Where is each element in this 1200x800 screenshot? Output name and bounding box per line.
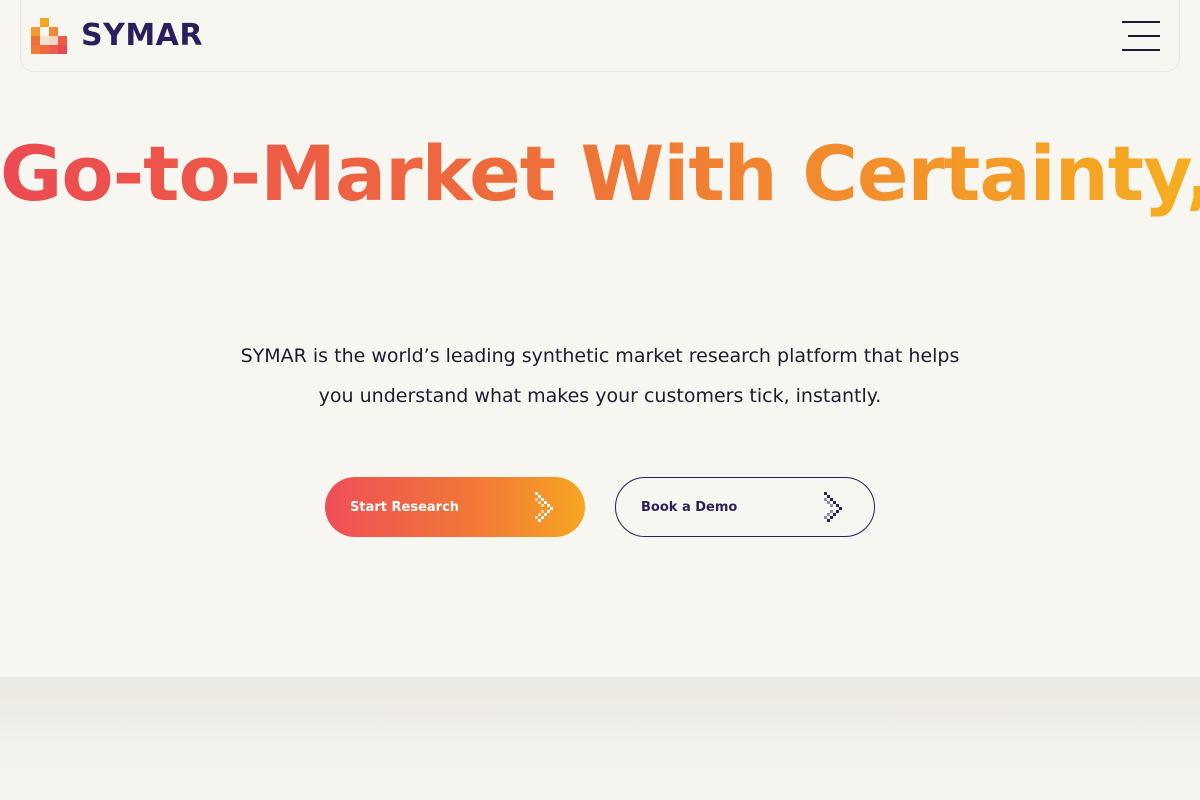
pixel-arrow-right-icon <box>824 492 842 522</box>
brand-name: SYMAR <box>81 18 204 53</box>
hero-headline: Go-to-Market With Certainty, <box>0 126 1200 222</box>
pixel-arrow-right-icon <box>535 492 553 522</box>
top-navbar: SYMAR <box>20 0 1180 72</box>
book-demo-button[interactable]: Book a Demo <box>615 477 875 537</box>
brand-logo[interactable]: SYMAR <box>31 18 203 54</box>
hero-description: SYMAR is the world’s leading synthetic m… <box>240 345 960 407</box>
book-demo-label: Book a Demo <box>641 499 738 515</box>
next-section-band <box>0 677 1200 800</box>
hamburger-menu-icon[interactable] <box>1122 19 1160 53</box>
start-research-label: Start Research <box>350 499 460 515</box>
start-research-button[interactable]: Start Research <box>325 477 585 537</box>
pixel-logo-icon <box>31 18 67 54</box>
